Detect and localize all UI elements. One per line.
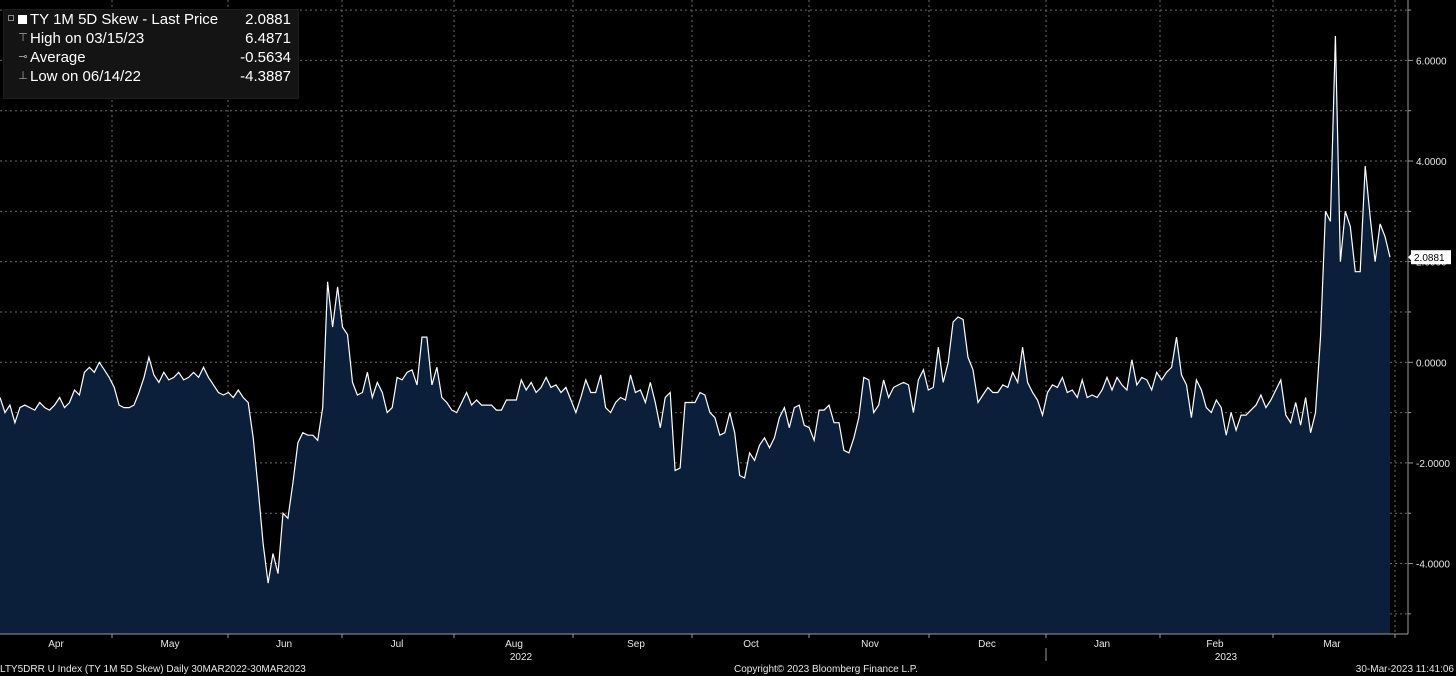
last-value-label: 2.0881 bbox=[1414, 253, 1445, 264]
x-month-label: Mar bbox=[1323, 639, 1341, 650]
legend: TY 1M 5D Skew - Last Price 2.0881 ⊤ High… bbox=[3, 9, 299, 99]
legend-low-label: Low on 06/14/22 bbox=[30, 68, 141, 85]
x-year-label: 2022 bbox=[510, 652, 533, 663]
y-tick-label: 6.0000 bbox=[1416, 56, 1447, 67]
legend-low-value: -4.3887 bbox=[240, 68, 291, 85]
y-tick-label: 4.0000 bbox=[1416, 157, 1447, 168]
x-month-label: Jul bbox=[391, 639, 404, 650]
footer-ticker: LTY5DRR U Index (TY 1M 5D Skew) Daily 30… bbox=[0, 664, 306, 675]
last-value-pointer bbox=[1408, 253, 1412, 262]
footer-timestamp: 30-Mar-2023 11:41:06 bbox=[1355, 664, 1454, 675]
legend-series-label: TY 1M 5D Skew - Last Price bbox=[30, 11, 219, 28]
chart-canvas: 6.00004.00002.00000.0000-2.0000-4.0000Ap… bbox=[0, 0, 1451, 663]
legend-series-value: 2.0881 bbox=[245, 11, 291, 28]
x-month-label: May bbox=[161, 639, 180, 650]
series-area bbox=[0, 35, 1390, 634]
average-marker-icon: ⊸ bbox=[18, 51, 28, 63]
legend-series-row[interactable]: TY 1M 5D Skew - Last Price 2.0881 bbox=[4, 10, 298, 29]
y-tick-label: -2.0000 bbox=[1416, 459, 1450, 470]
high-marker-icon: ⊤ bbox=[18, 32, 28, 44]
y-tick-label: -4.0000 bbox=[1416, 560, 1450, 571]
x-month-label: Sep bbox=[627, 639, 645, 650]
series-square-icon bbox=[18, 15, 27, 24]
x-month-label: Feb bbox=[1206, 639, 1224, 650]
x-month-label: Aug bbox=[505, 639, 523, 650]
legend-high-label: High on 03/15/23 bbox=[30, 30, 145, 47]
low-marker-icon: ⊥ bbox=[18, 70, 28, 82]
x-month-label: Nov bbox=[861, 639, 879, 650]
legend-average-row: ⊸ Average -0.5634 bbox=[4, 48, 298, 67]
legend-toggle-icon[interactable] bbox=[8, 15, 14, 21]
x-month-label: Jan bbox=[1094, 639, 1110, 650]
x-month-label: Dec bbox=[978, 639, 996, 650]
x-year-label: 2023 bbox=[1215, 652, 1238, 663]
legend-low-row: ⊥ Low on 06/14/22 -4.3887 bbox=[4, 67, 298, 86]
legend-average-value: -0.5634 bbox=[240, 49, 291, 66]
footer-copyright: Copyright© 2023 Bloomberg Finance L.P. bbox=[734, 664, 918, 675]
x-month-label: Jun bbox=[276, 639, 292, 650]
legend-high-row: ⊤ High on 03/15/23 6.4871 bbox=[4, 29, 298, 48]
legend-average-label: Average bbox=[30, 49, 86, 66]
legend-high-value: 6.4871 bbox=[245, 30, 291, 47]
x-month-label: Oct bbox=[743, 639, 759, 650]
x-month-label: Apr bbox=[48, 639, 64, 650]
y-tick-label: 0.0000 bbox=[1416, 358, 1447, 369]
